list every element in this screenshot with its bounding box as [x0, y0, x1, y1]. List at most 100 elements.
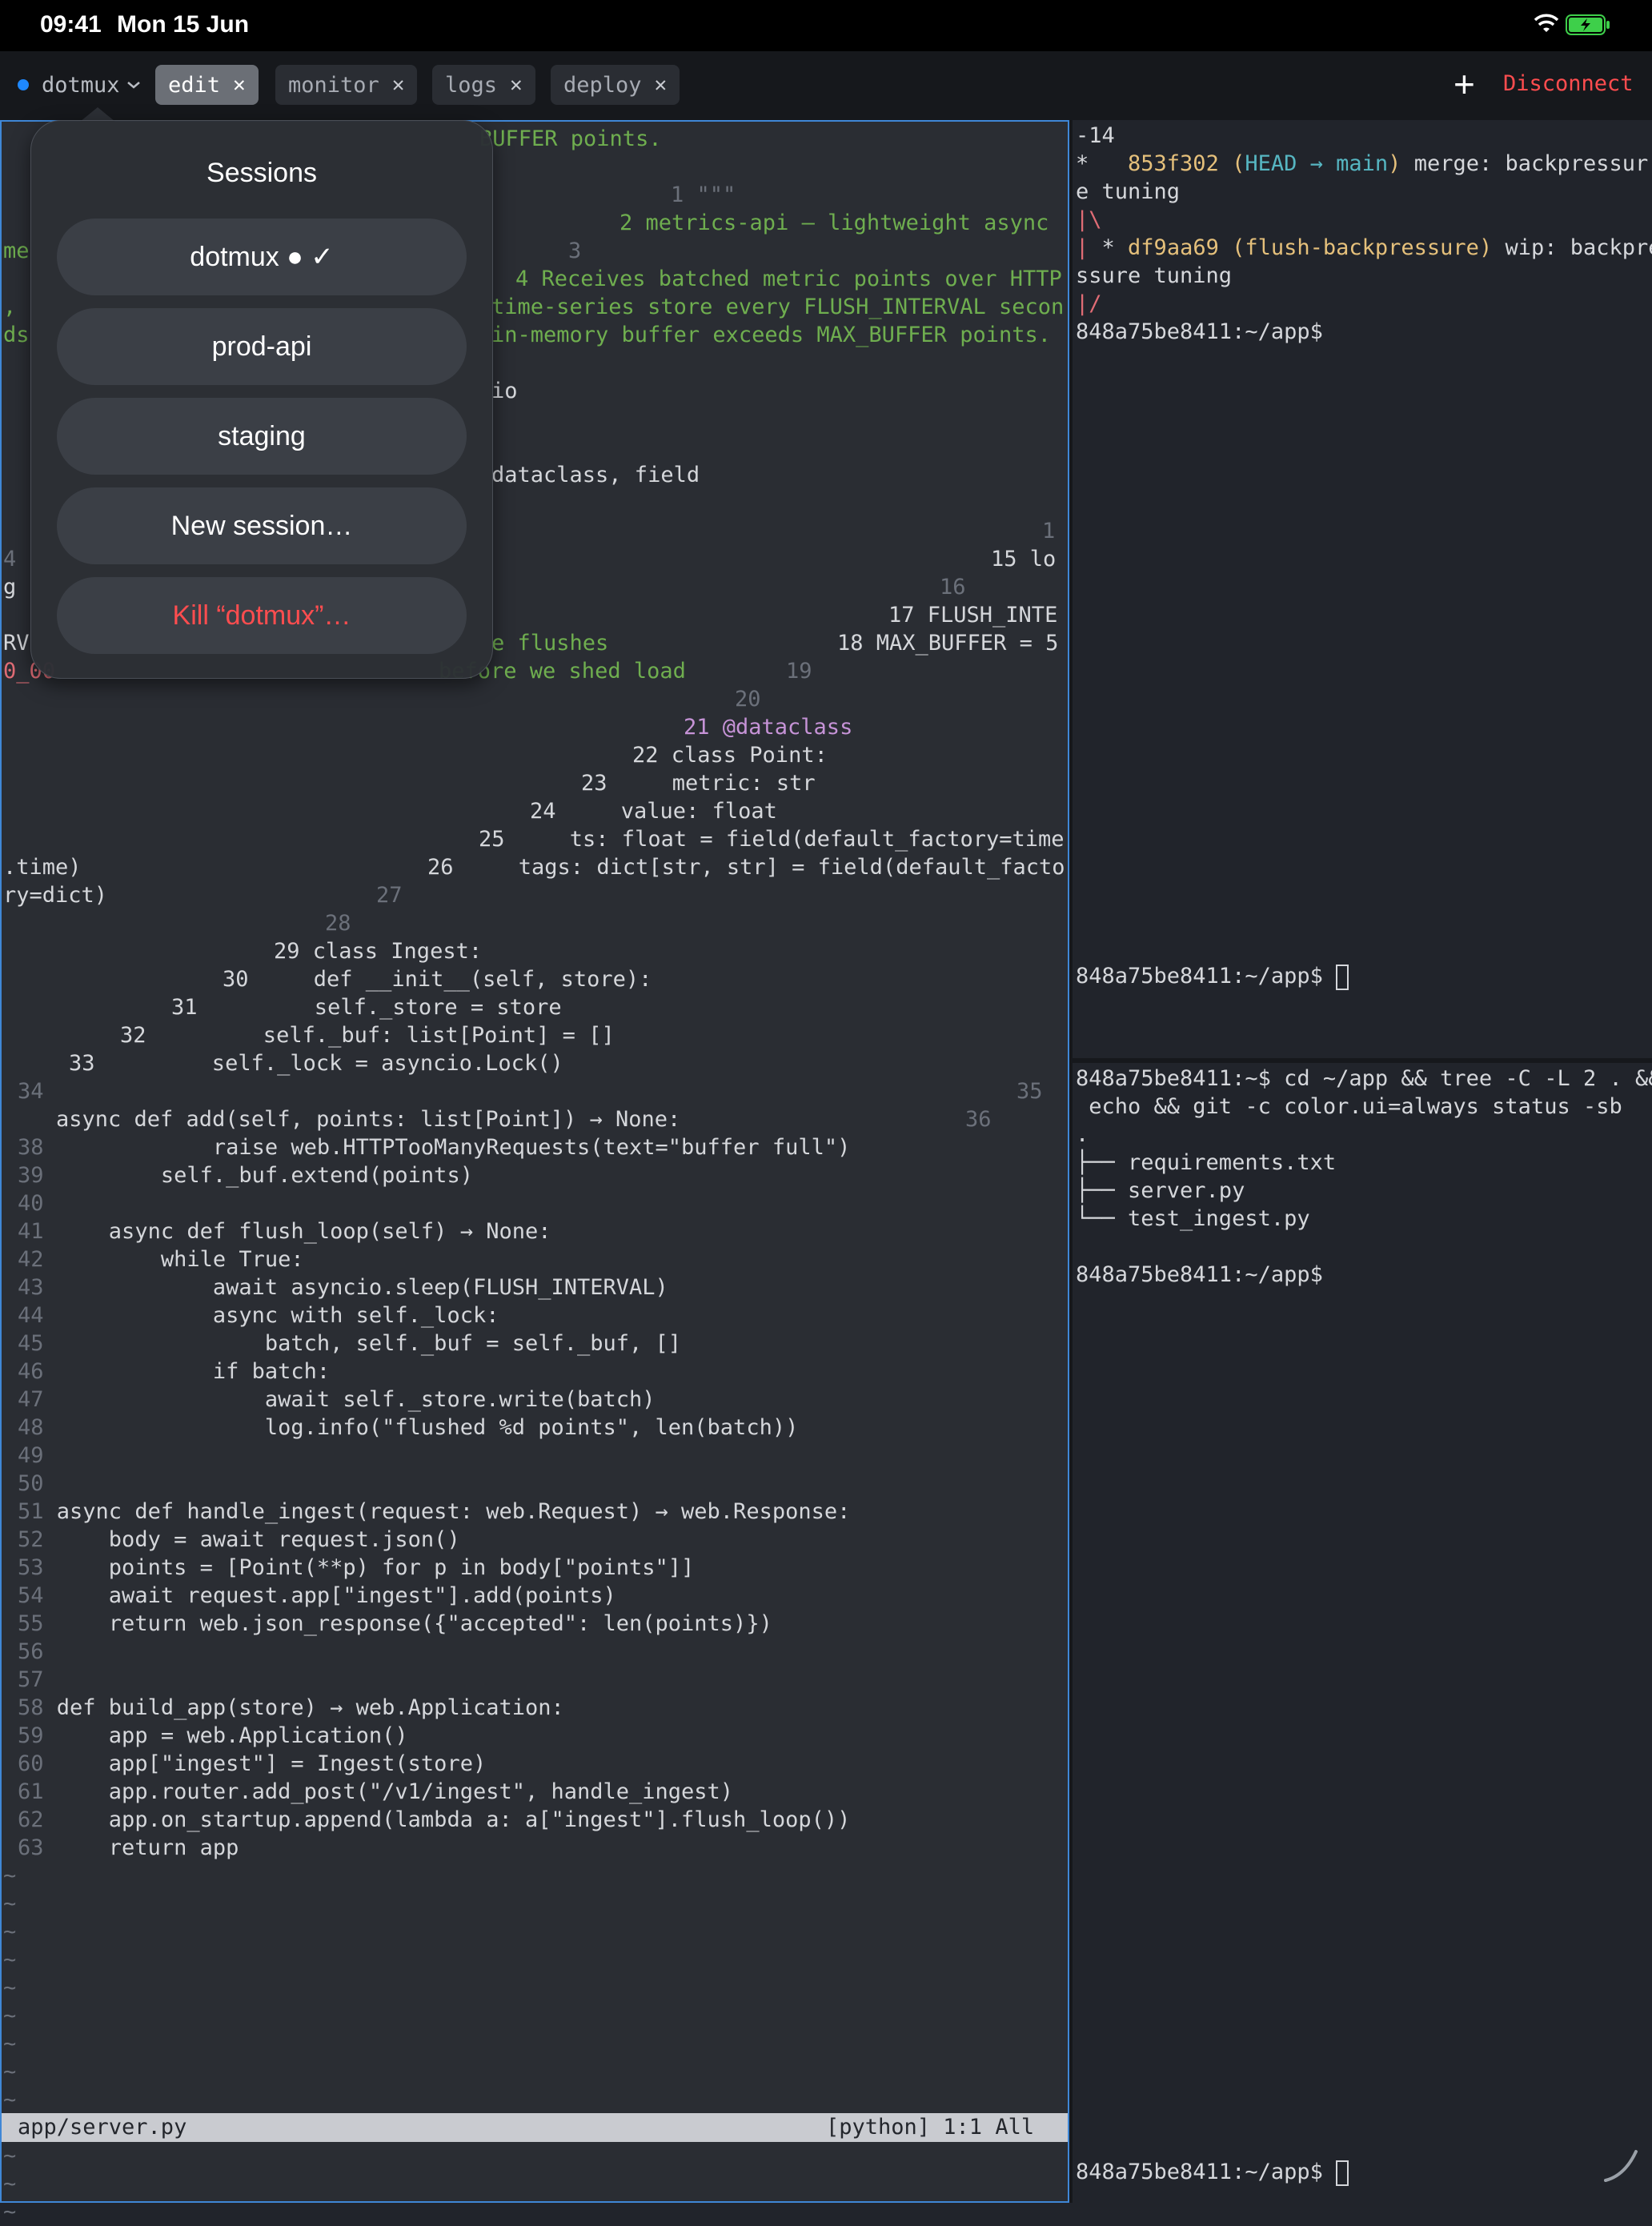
empty-line-marker: ~	[3, 2031, 17, 2056]
code-line: 59 app = web.Application()	[18, 1723, 408, 1748]
code-line: 49	[18, 1443, 44, 1468]
code-line: 52 body = await request.json()	[18, 1527, 460, 1552]
code-fragment: 36	[965, 1107, 992, 1132]
terminal-line: ├── server.py	[1076, 1178, 1245, 1203]
code-fragment: 24 value: float	[530, 799, 777, 824]
session-item-dotmux[interactable]: dotmux ● ✓	[57, 219, 467, 295]
pane-divider-horizontal[interactable]	[1073, 1058, 1652, 1063]
clock: 09:41	[40, 11, 102, 38]
code-line: 41 async def flush_loop(self) → None:	[18, 1219, 551, 1244]
new-session-button[interactable]: New session…	[57, 487, 467, 564]
code-fragment: 16	[940, 575, 966, 600]
empty-line-marker: ~	[3, 2200, 17, 2224]
empty-line-marker: ~	[3, 2060, 17, 2084]
code-fragment: 19	[786, 659, 812, 684]
tab-label: deploy	[563, 72, 642, 98]
tab-deploy[interactable]: deploy ✕	[551, 65, 680, 105]
empty-line-marker: ~	[3, 2088, 17, 2112]
code-line: 47 await self._store.write(batch)	[18, 1387, 656, 1412]
vim-status-line: app/server.py [python] 1:1 All	[2, 2113, 1068, 2142]
tab-label: monitor	[288, 72, 379, 98]
code-fragment: BUFFER points.	[479, 126, 662, 151]
code-line: 58 def build_app(store) → web.Applicatio…	[18, 1695, 564, 1720]
code-line: 53 points = [Point(**p) for p in body["p…	[18, 1555, 695, 1580]
code-fragment: 22 class Point:	[632, 743, 828, 768]
tab-edit[interactable]: edit ✕	[155, 65, 259, 105]
terminal-line: 848a75be8411:~/app$	[1076, 319, 1323, 344]
code-fragment: 3	[568, 239, 582, 263]
empty-line-marker: ~	[3, 2172, 17, 2196]
session-item-staging[interactable]: staging	[57, 398, 467, 475]
code-fragment: RV	[3, 631, 30, 656]
tab-logs[interactable]: logs ✕	[432, 65, 535, 105]
session-item-prod-api[interactable]: prod-api	[57, 308, 467, 385]
code-fragment: ds	[3, 323, 30, 347]
terminal-line: * 853f302 (HEAD → main) merge: backpress…	[1076, 151, 1649, 176]
terminal-line: -14	[1076, 123, 1115, 148]
empty-line-marker: ~	[3, 1891, 17, 1916]
code-fragment: 25 ts: float = field(default_factory=tim…	[479, 827, 1065, 852]
terminal-prompt[interactable]: 848a75be8411:~/app$	[1076, 2158, 1349, 2186]
code-fragment: 34	[18, 1079, 44, 1104]
code-fragment: 32 self._buf: list[Point] = []	[120, 1023, 615, 1048]
resize-handle-icon[interactable]	[1601, 2145, 1641, 2185]
kill-session-button[interactable]: Kill “dotmux”…	[57, 577, 467, 654]
empty-line-marker: ~	[3, 1919, 17, 1944]
chevron-down-icon	[126, 82, 140, 89]
terminal-line: |\	[1076, 207, 1102, 232]
close-icon[interactable]: ✕	[392, 73, 405, 97]
terminal-prompt[interactable]: 848a75be8411:~/app$	[1076, 962, 1349, 990]
terminal-line: |/	[1076, 291, 1102, 316]
code-line: 44 async with self._lock:	[18, 1303, 499, 1328]
terminal-line: 848a75be8411:~$ cd ~/app && tree -C -L 2…	[1076, 1066, 1652, 1091]
terminal-line: ssure tuning	[1076, 263, 1233, 288]
close-icon[interactable]: ✕	[510, 73, 523, 97]
code-line: 50	[18, 1471, 44, 1496]
code-fragment: 23 metric: str	[581, 771, 816, 796]
code-fragment: 2 metrics-api — lightweight async	[620, 211, 1049, 235]
code-fragment: ry=dict)	[3, 883, 108, 908]
terminal-line: └── test_ingest.py	[1076, 1206, 1310, 1231]
code-line: 62 app.on_startup.append(lambda a: a["in…	[18, 1807, 851, 1832]
code-fragment: 20	[735, 687, 761, 712]
code-fragment: 4 Receives batched metric points over HT…	[515, 267, 1062, 291]
code-line: 57	[18, 1667, 44, 1692]
tab-label: edit	[168, 72, 221, 98]
code-fragment: dataclass, field	[491, 463, 700, 487]
code-fragment: 21 @dataclass	[684, 715, 853, 740]
terminal-line: .	[1076, 1122, 1089, 1147]
code-line: 43 await asyncio.sleep(FLUSH_INTERVAL)	[18, 1275, 668, 1300]
code-line: 42 while True:	[18, 1247, 304, 1272]
code-fragment: 1	[1042, 519, 1056, 543]
code-fragment: 4	[3, 547, 17, 572]
terminal-pane-right[interactable]: -14 * 853f302 (HEAD → main) merge: backp…	[1073, 120, 1652, 2203]
popover-title: Sessions	[206, 158, 317, 188]
empty-line-marker: ~	[3, 2144, 17, 2168]
add-tab-button[interactable]: +	[1454, 62, 1475, 106]
close-icon[interactable]: ✕	[655, 73, 668, 97]
code-fragment: 31 self._store = store	[171, 995, 562, 1020]
close-icon[interactable]: ✕	[233, 73, 246, 97]
code-fragment: 30 def __init__(self, store):	[223, 967, 652, 992]
code-fragment: time-series store every FLUSH_INTERVAL s…	[491, 295, 1065, 319]
code-fragment: io	[491, 379, 518, 403]
tab-monitor[interactable]: monitor ✕	[275, 65, 418, 105]
code-fragment: me	[3, 239, 30, 263]
date: Mon 15 Jun	[117, 11, 250, 38]
empty-line-marker: ~	[3, 1975, 17, 2000]
session-switcher[interactable]: dotmux	[18, 65, 141, 105]
code-fragment: .time)	[3, 855, 82, 880]
text-cursor	[1336, 2160, 1349, 2186]
code-line: 61 app.router.add_post("/v1/ingest", han…	[18, 1779, 734, 1804]
code-line: 38 raise web.HTTPTooManyRequests(text="b…	[18, 1135, 851, 1160]
disconnect-button[interactable]: Disconnect	[1503, 71, 1634, 96]
tab-label: logs	[445, 72, 498, 98]
empty-line-marker: ~	[3, 1947, 17, 1972]
session-label: dotmux	[42, 72, 120, 98]
code-fragment: e flushes	[491, 631, 609, 656]
file-path: app/server.py	[18, 2115, 187, 2140]
terminal-line: | * df9aa69 (flush-backpressure) wip: ba…	[1076, 235, 1652, 260]
code-line: 56	[18, 1639, 44, 1664]
code-line: 55 return web.json_response({"accepted":…	[18, 1611, 772, 1636]
code-line: 54 await request.app["ingest"].add(point…	[18, 1583, 616, 1608]
